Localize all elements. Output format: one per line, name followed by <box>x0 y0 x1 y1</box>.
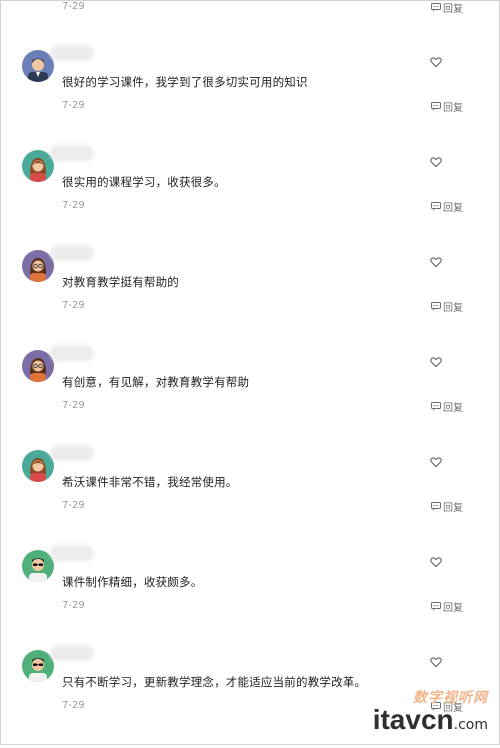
man-avatar[interactable] <box>22 50 54 82</box>
comment-date: 7-29 <box>62 700 85 711</box>
username-blurred <box>50 645 94 661</box>
comment-date: 7-29 <box>62 200 85 211</box>
comment-date: 7-29 <box>62 100 85 111</box>
heart-like-icon[interactable] <box>430 553 442 568</box>
comment-text: 很好的学习课件，我学到了很多切实可用的知识 <box>62 75 308 89</box>
reply-icon <box>431 3 441 12</box>
heart-like-icon[interactable] <box>430 253 442 268</box>
reply-label: 回复 <box>443 203 463 214</box>
reply-icon <box>431 502 441 511</box>
username-blurred <box>50 345 94 361</box>
comment-item: 希沃课件非常不错，我经常使用。 7-29 回复 <box>0 445 500 548</box>
comment-date: 7-29 <box>62 400 85 411</box>
reply-label: 回复 <box>443 403 463 414</box>
username-blurred <box>50 245 94 261</box>
reply-label: 回复 <box>443 303 463 314</box>
comment-date: 7-29 <box>62 500 85 511</box>
woman-glasses-avatar[interactable] <box>22 350 54 382</box>
comment-text: 课件制作精细，收获颇多。 <box>62 575 203 589</box>
reply-label: 回复 <box>443 603 463 614</box>
reply-button[interactable]: 回复 <box>431 99 463 114</box>
reply-icon <box>431 602 441 611</box>
username-blurred <box>50 445 94 461</box>
comment-date: 7-29 <box>62 1 85 12</box>
comment-item: 有创意，有见解，对教育教学有帮助 7-29 回复 <box>0 345 500 448</box>
heart-like-icon[interactable] <box>430 53 442 68</box>
comment-text: 有创意，有见解，对教育教学有帮助 <box>62 375 250 389</box>
comment-date: 7-29 <box>62 300 85 311</box>
username-blurred <box>50 145 94 161</box>
heart-like-icon[interactable] <box>430 653 442 668</box>
reply-label: 回复 <box>443 4 463 15</box>
heart-like-icon[interactable] <box>430 153 442 168</box>
man-sunglasses-avatar[interactable] <box>22 650 54 682</box>
reply-button[interactable]: 回复 <box>431 299 463 314</box>
comment-text: 很实用的课程学习，收获很多。 <box>62 175 226 189</box>
reply-button[interactable]: 回复 <box>431 0 463 15</box>
reply-button[interactable]: 回复 <box>431 499 463 514</box>
reply-button[interactable]: 回复 <box>431 599 463 614</box>
comment-item: 课件制作精细，收获颇多。 7-29 回复 <box>0 545 500 648</box>
comment-text: 只有不断学习，更新教学理念，才能适应当前的教学改革。 <box>62 675 367 689</box>
woman-avatar[interactable] <box>22 150 54 182</box>
reply-icon <box>431 202 441 211</box>
comment-date: 7-29 <box>62 600 85 611</box>
reply-icon <box>431 102 441 111</box>
reply-button[interactable]: 回复 <box>431 199 463 214</box>
comment-item: 很实用的课程学习，收获很多。 7-29 回复 <box>0 145 500 248</box>
comment-text: 希沃课件非常不错，我经常使用。 <box>62 475 238 489</box>
reply-label: 回复 <box>443 103 463 114</box>
reply-label: 回复 <box>443 503 463 514</box>
man-sunglasses-avatar[interactable] <box>22 550 54 582</box>
watermark: 数字视听网 itavcn.com <box>372 687 488 735</box>
heart-like-icon[interactable] <box>430 353 442 368</box>
username-blurred <box>50 545 94 561</box>
username-blurred <box>50 45 94 61</box>
reply-button[interactable]: 回复 <box>431 399 463 414</box>
reply-icon <box>431 302 441 311</box>
heart-like-icon[interactable] <box>430 453 442 468</box>
woman-glasses-avatar[interactable] <box>22 250 54 282</box>
reply-icon <box>431 402 441 411</box>
watermark-com: .com <box>453 717 488 733</box>
woman-avatar[interactable] <box>22 450 54 482</box>
comment-item: 很好的学习课件，我学到了很多切实可用的知识 7-29 回复 <box>0 45 500 148</box>
comment-text: 对教育教学挺有帮助的 <box>62 275 179 289</box>
watermark-en: itavcn <box>372 704 454 735</box>
comment-item: 对教育教学挺有帮助的 7-29 回复 <box>0 245 500 348</box>
